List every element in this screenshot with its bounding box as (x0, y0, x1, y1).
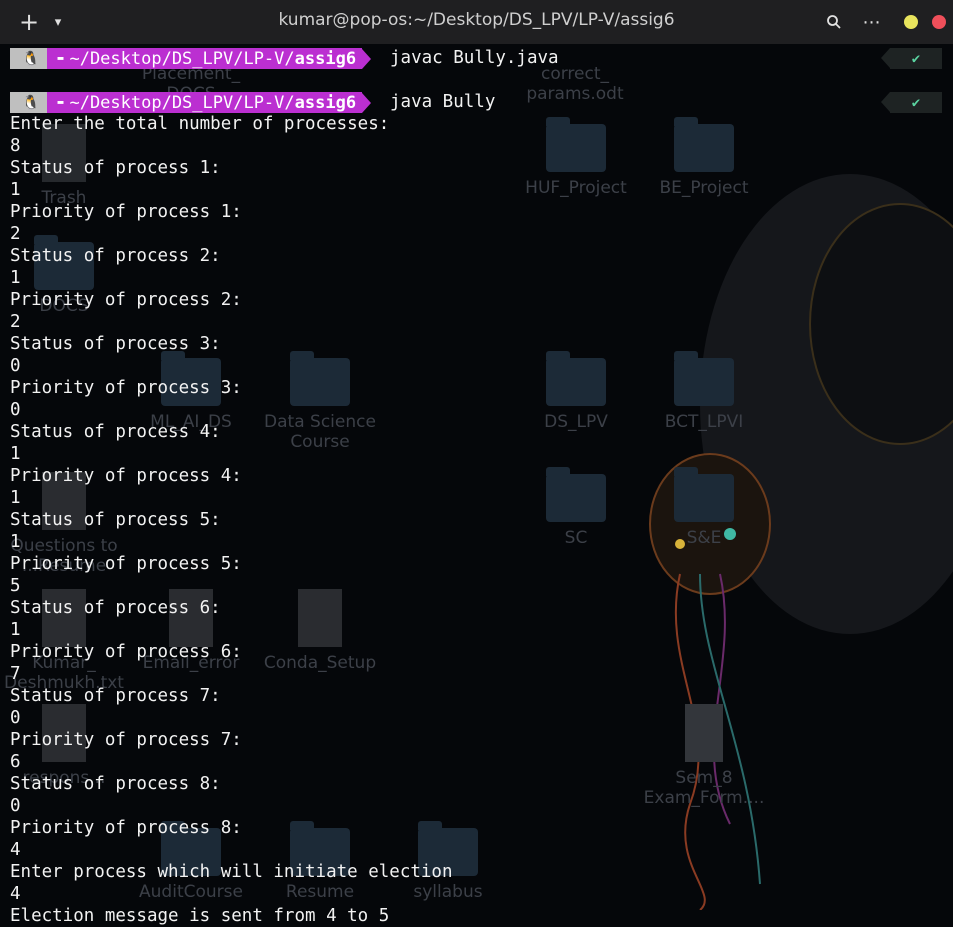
prompt: 🐧 ▬ ~/Desktop/DS_LPV/LP-V/assig6 (10, 48, 372, 69)
prompt-path-text: ~/Desktop/DS_LPV/LP-V/ (69, 92, 295, 113)
output-line: Priority of process 6: (10, 642, 242, 662)
prompt-path: ▬ ~/Desktop/DS_LPV/LP-V/assig6 (47, 48, 363, 69)
prompt-arrow (362, 48, 372, 69)
output-line: Status of process 6: (10, 598, 221, 618)
output-line: 1 (10, 444, 21, 464)
output-line: 0 (10, 400, 21, 420)
output-line: Priority of process 2: (10, 290, 242, 310)
output-line: Election message is sent from 4 to 5 (10, 906, 390, 926)
terminal-output[interactable]: 🐧 ▬ ~/Desktop/DS_LPV/LP-V/assig6 javac Bu… (10, 44, 945, 927)
output-line: Priority of process 4: (10, 466, 242, 486)
output-line: Status of process 2: (10, 246, 221, 266)
check-icon: ✔ (881, 92, 942, 113)
program-output: Enter the total number of processes: 8 Sta… (10, 113, 945, 927)
command-line: 🐧 ▬ ~/Desktop/DS_LPV/LP-V/assig6 java Bul… (10, 91, 945, 113)
linux-icon: 🐧 (10, 92, 48, 113)
check-icon: ✔ (881, 48, 942, 69)
title-bar: + ▾ kumar@pop-os:~/Desktop/DS_LPV/LP-V/a… (0, 0, 953, 44)
output-line: 1 (10, 180, 21, 200)
output-line: 8 (10, 136, 21, 156)
output-line: 5 (10, 576, 21, 596)
output-line: 1 (10, 488, 21, 508)
prompt-arrow (362, 92, 372, 113)
folder-icon: ▬ (57, 96, 64, 108)
command-text: javac Bully.java (390, 48, 559, 68)
command-line: 🐧 ▬ ~/Desktop/DS_LPV/LP-V/assig6 javac Bu… (10, 47, 945, 69)
output-line: 4 (10, 840, 21, 860)
prompt: 🐧 ▬ ~/Desktop/DS_LPV/LP-V/assig6 (10, 92, 372, 113)
output-line: Enter the total number of processes: (10, 114, 390, 134)
output-line: Priority of process 8: (10, 818, 242, 838)
prompt-path: ▬ ~/Desktop/DS_LPV/LP-V/assig6 (47, 92, 363, 113)
linux-icon: 🐧 (10, 48, 48, 69)
output-line: Status of process 7: (10, 686, 221, 706)
output-line: Priority of process 5: (10, 554, 242, 574)
output-line: 1 (10, 532, 21, 552)
output-line: 0 (10, 796, 21, 816)
output-line: 7 (10, 664, 21, 684)
output-line: 6 (10, 752, 21, 772)
close-button[interactable] (932, 15, 946, 29)
folder-icon: ▬ (57, 52, 64, 64)
output-line: 1 (10, 268, 21, 288)
output-line: 4 (10, 884, 21, 904)
output-line: 1 (10, 620, 21, 640)
prompt-path-text: ~/Desktop/DS_LPV/LP-V/ (69, 48, 295, 69)
output-line: 0 (10, 708, 21, 728)
output-line: Status of process 5: (10, 510, 221, 530)
output-line: Priority of process 1: (10, 202, 242, 222)
menu-icon[interactable]: ⋯ (858, 8, 886, 36)
output-line: Status of process 4: (10, 422, 221, 442)
output-line: Enter process which will initiate electi… (10, 862, 453, 882)
search-icon[interactable] (820, 8, 848, 36)
output-line: Priority of process 3: (10, 378, 242, 398)
window-title: kumar@pop-os:~/Desktop/DS_LPV/LP-V/assig… (278, 10, 675, 30)
prompt-dir: assig6 (294, 48, 357, 69)
output-line: 0 (10, 356, 21, 376)
output-line: Status of process 8: (10, 774, 221, 794)
output-line: Status of process 1: (10, 158, 221, 178)
prompt-dir: assig6 (294, 92, 357, 113)
output-line: Priority of process 7: (10, 730, 242, 750)
output-line: 2 (10, 224, 21, 244)
minimize-button[interactable] (904, 15, 918, 29)
output-line: 2 (10, 312, 21, 332)
output-line: Status of process 3: (10, 334, 221, 354)
command-text: java Bully (390, 92, 496, 112)
